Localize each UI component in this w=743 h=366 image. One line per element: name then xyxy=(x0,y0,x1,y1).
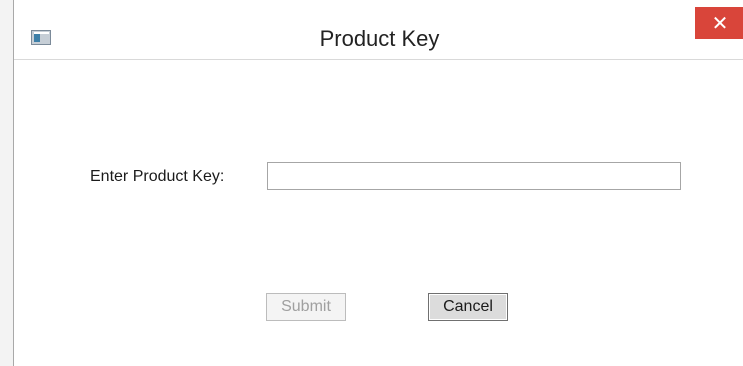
product-key-input[interactable] xyxy=(267,162,681,190)
product-key-dialog: Product Key ✕ Enter Product Key: Submit … xyxy=(13,0,743,366)
cancel-button[interactable]: Cancel xyxy=(428,293,508,321)
product-key-label: Enter Product Key: xyxy=(90,168,225,185)
window-title: Product Key xyxy=(319,26,440,51)
submit-button[interactable]: Submit xyxy=(266,293,346,321)
close-button[interactable]: ✕ xyxy=(695,7,743,39)
close-icon: ✕ xyxy=(711,12,729,35)
title-bar: Product Key ✕ xyxy=(14,0,743,60)
